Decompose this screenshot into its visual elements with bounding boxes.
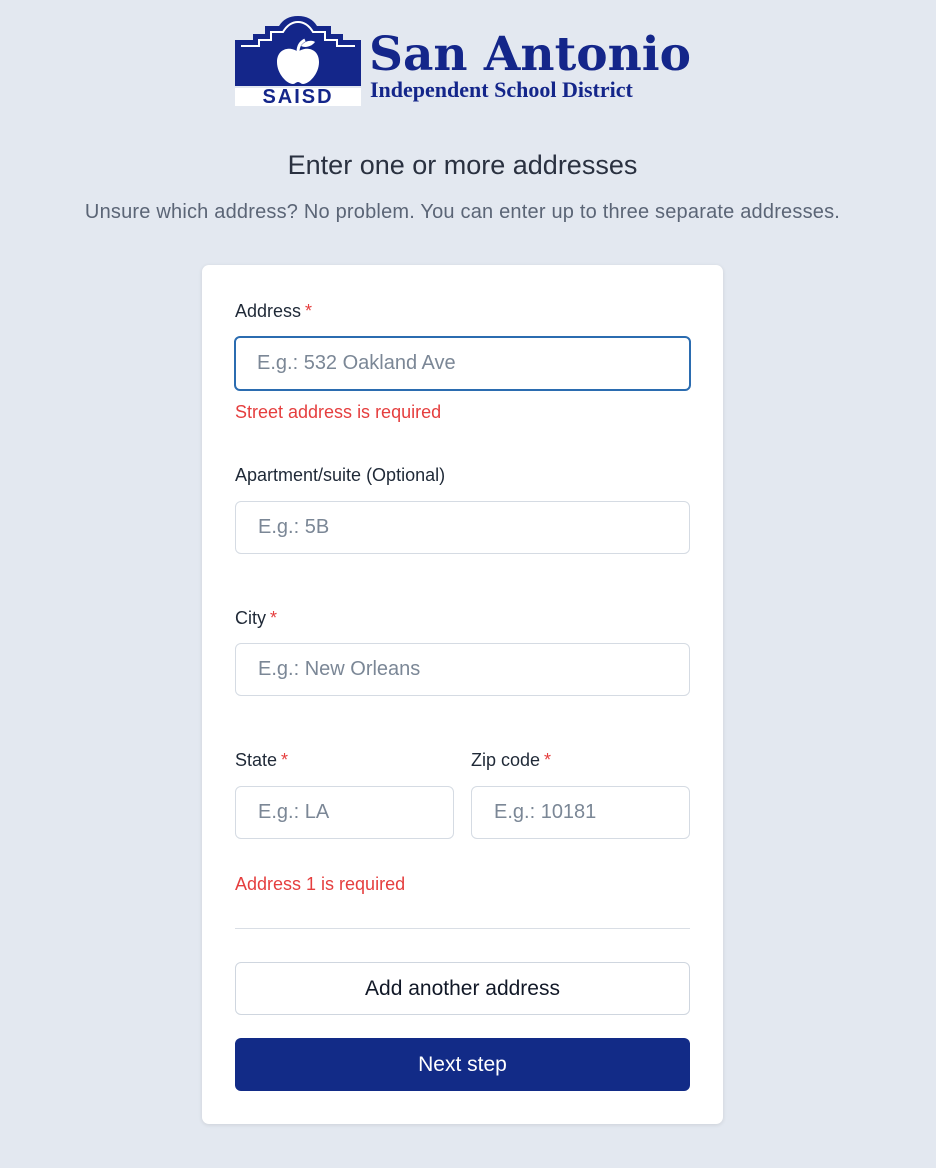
address-label-text: Address xyxy=(235,301,302,321)
add-another-address-button[interactable]: Add another address xyxy=(235,962,690,1015)
zip-label-text: Zip code xyxy=(471,750,541,770)
zip-code-input[interactable] xyxy=(471,786,690,839)
address-label: Address * xyxy=(235,301,312,322)
district-logo: SAISD San Antonio Independent School Dis… xyxy=(235,16,695,108)
city-input[interactable] xyxy=(235,643,690,696)
address-error-message: Street address is required xyxy=(235,402,442,422)
required-asterisk: * xyxy=(305,301,313,321)
city-label-text: City xyxy=(235,608,266,628)
logo-district-subtitle: Independent School District xyxy=(370,77,633,102)
required-asterisk: * xyxy=(544,750,552,770)
state-label-text: State xyxy=(235,750,278,770)
required-asterisk: * xyxy=(281,750,289,770)
address-form-card: Address* Street address is required Apar… xyxy=(202,265,723,1124)
apartment-input[interactable] xyxy=(235,501,690,554)
page-title: Enter one or more addresses xyxy=(287,150,638,180)
next-step-button[interactable]: Next step xyxy=(235,1038,690,1091)
divider xyxy=(235,928,690,929)
apartment-label-text: Apartment/suite (Optional) xyxy=(235,465,446,485)
city-label: City * xyxy=(235,608,277,629)
required-asterisk: * xyxy=(270,608,278,628)
state-label: State * xyxy=(235,750,288,771)
page-subtitle: Unsure which address? No problem. You ca… xyxy=(84,201,841,223)
state-input[interactable] xyxy=(235,786,454,839)
logo-abbreviation: SAISD xyxy=(262,86,334,108)
logo-district-name: San Antonio xyxy=(369,27,692,82)
zip-label: Zip code * xyxy=(471,750,551,771)
apartment-label: Apartment/suite (Optional) xyxy=(235,465,445,486)
address-input[interactable] xyxy=(234,336,691,391)
address-1-error-message: Address 1 is required xyxy=(235,874,406,894)
